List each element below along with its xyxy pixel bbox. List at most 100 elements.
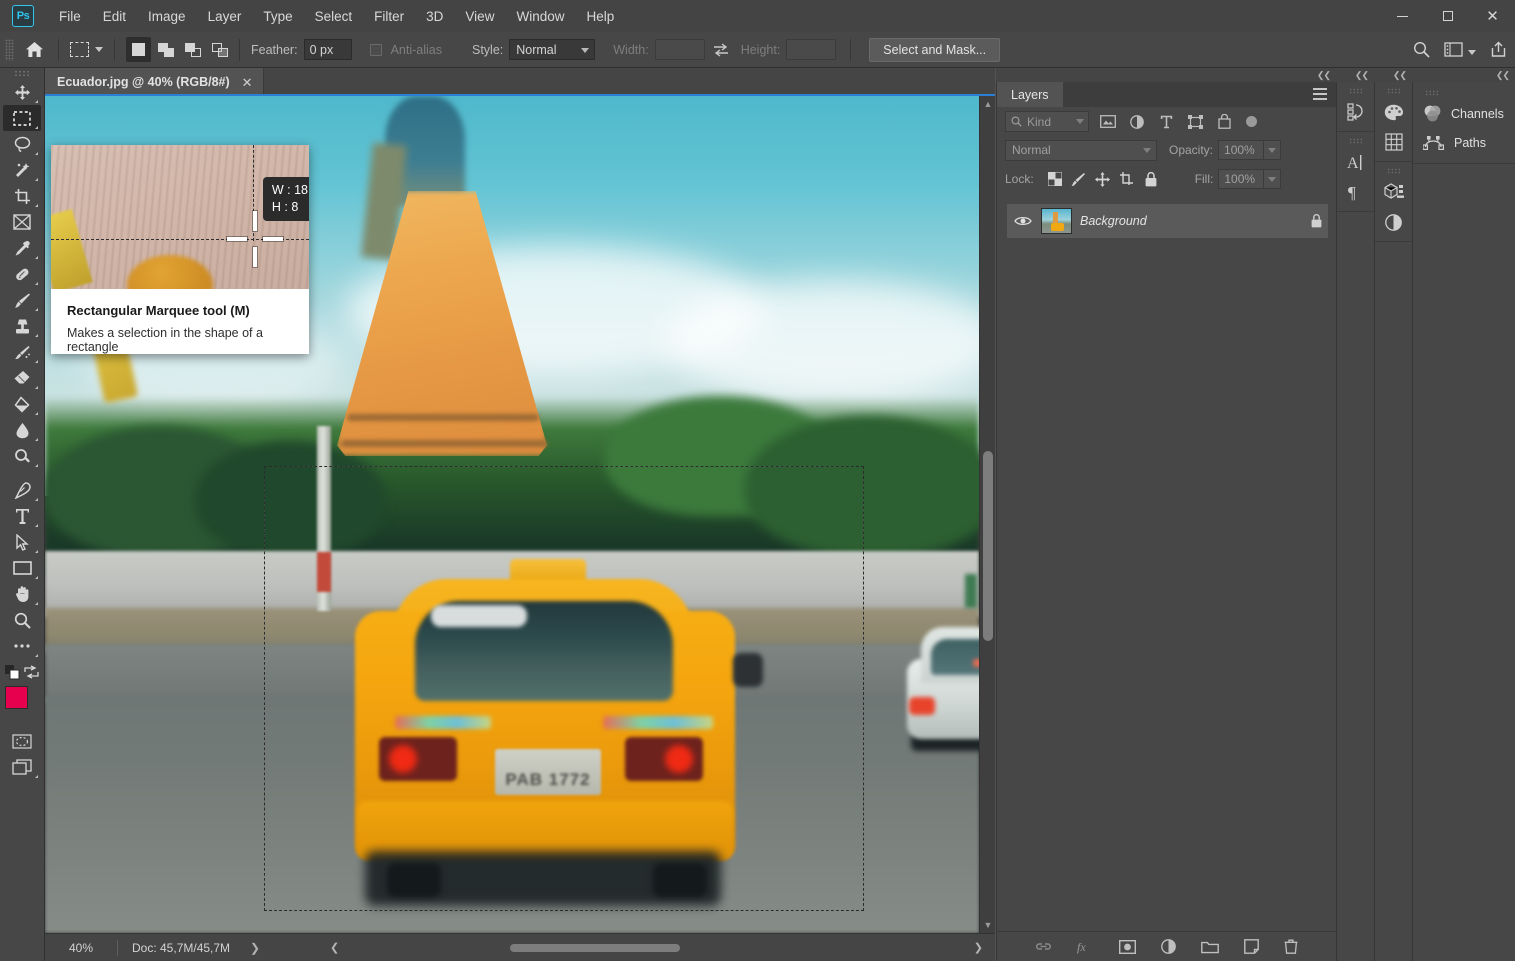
lock-artboard-button[interactable]	[1115, 168, 1139, 190]
close-icon[interactable]: ✕	[242, 76, 253, 89]
lock-transparent-pixels-button[interactable]	[1043, 168, 1067, 190]
color-panel-button[interactable]	[1378, 97, 1410, 127]
lock-position-button[interactable]	[1091, 168, 1115, 190]
menu-filter[interactable]: Filter	[363, 4, 415, 29]
opacity-value[interactable]: 100%	[1218, 140, 1264, 160]
status-expand-button[interactable]: ❯	[244, 941, 266, 955]
foreground-color-swatch[interactable]	[5, 686, 28, 709]
horizontal-scroll-left-arrow[interactable]: ❮	[330, 941, 339, 954]
maximize-button[interactable]	[1425, 0, 1470, 32]
new-selection-button[interactable]	[126, 37, 151, 62]
paths-panel-button[interactable]: Paths	[1413, 128, 1515, 157]
character-panel-button[interactable]: A	[1340, 147, 1372, 177]
menu-3d[interactable]: 3D	[415, 4, 454, 29]
canvas-vertical-scrollbar[interactable]: ▲ ▼	[979, 96, 995, 933]
quick-mask-button[interactable]	[3, 728, 41, 754]
rectangle-tool[interactable]	[3, 555, 41, 581]
filter-type-layers-button[interactable]	[1156, 115, 1176, 129]
default-colors-icon[interactable]	[5, 665, 20, 680]
layer-visibility-toggle[interactable]	[1013, 215, 1033, 227]
add-to-selection-button[interactable]	[153, 37, 178, 62]
screen-mode-button[interactable]	[3, 754, 41, 780]
zoom-level[interactable]: 40%	[45, 941, 117, 955]
filter-smart-objects-button[interactable]	[1214, 114, 1234, 129]
horizontal-scroll-thumb[interactable]	[510, 944, 680, 952]
edit-toolbar-button[interactable]	[3, 633, 41, 659]
path-selection-tool[interactable]	[3, 529, 41, 555]
history-panel-button[interactable]	[1340, 97, 1372, 127]
layer-style-button[interactable]: fx	[1077, 940, 1094, 954]
home-button[interactable]	[17, 33, 51, 67]
menu-image[interactable]: Image	[137, 4, 197, 29]
color-swatches[interactable]	[5, 686, 39, 720]
tool-preset-picker[interactable]	[66, 42, 107, 57]
tools-panel-grip[interactable]	[14, 70, 30, 77]
lasso-tool[interactable]	[3, 131, 41, 157]
filter-shape-layers-button[interactable]	[1185, 115, 1205, 129]
rectangular-marquee-tool[interactable]	[3, 105, 41, 131]
feather-input[interactable]	[304, 39, 352, 60]
rail-grip[interactable]	[1387, 88, 1401, 94]
width-input[interactable]	[655, 39, 705, 60]
intersect-with-selection-button[interactable]	[207, 37, 232, 62]
channels-panel-button[interactable]: Channels	[1413, 99, 1515, 128]
dodge-tool[interactable]	[3, 443, 41, 469]
menu-edit[interactable]: Edit	[92, 4, 137, 29]
new-adjustment-layer-button[interactable]	[1161, 939, 1176, 954]
swap-width-height-button[interactable]	[713, 43, 729, 57]
eraser-tool[interactable]	[3, 365, 41, 391]
rail-grip[interactable]	[1349, 138, 1363, 144]
menu-select[interactable]: Select	[304, 4, 364, 29]
panel-menu-icon[interactable]	[1313, 88, 1327, 100]
rail-grip[interactable]	[1425, 90, 1439, 96]
filter-toggle[interactable]	[1246, 116, 1257, 127]
vertical-scroll-thumb[interactable]	[983, 451, 993, 641]
document-tab[interactable]: Ecuador.jpg @ 40% (RGB/8#) ✕	[45, 68, 264, 96]
style-select[interactable]: Normal	[509, 39, 595, 60]
blur-tool[interactable]	[3, 417, 41, 443]
select-and-mask-button[interactable]: Select and Mask...	[869, 38, 1000, 62]
height-input[interactable]	[786, 39, 836, 60]
new-layer-button[interactable]	[1244, 939, 1259, 954]
rail-grip[interactable]	[1349, 88, 1363, 94]
search-button[interactable]	[1413, 41, 1430, 58]
swap-colors-icon[interactable]	[24, 665, 39, 679]
filter-pixel-layers-button[interactable]	[1098, 115, 1118, 128]
link-layers-button[interactable]	[1035, 941, 1052, 952]
gradient-tool[interactable]	[3, 391, 41, 417]
menu-window[interactable]: Window	[505, 4, 575, 29]
clone-stamp-tool[interactable]	[3, 313, 41, 339]
spot-healing-brush-tool[interactable]	[3, 261, 41, 287]
history-brush-tool[interactable]	[3, 339, 41, 365]
rail1-collapse[interactable]: ❮❮	[1336, 68, 1374, 82]
menu-view[interactable]: View	[454, 4, 505, 29]
eyedropper-tool[interactable]	[3, 235, 41, 261]
subtract-from-selection-button[interactable]	[180, 37, 205, 62]
adjustments-panel-button[interactable]	[1378, 207, 1410, 237]
move-tool[interactable]	[3, 79, 41, 105]
hand-tool[interactable]	[3, 581, 41, 607]
zoom-tool[interactable]	[3, 607, 41, 633]
layers-dock-collapse[interactable]: ❮❮	[996, 68, 1336, 82]
rail2-collapse[interactable]: ❮❮	[1374, 68, 1412, 82]
opacity-stepper[interactable]	[1264, 140, 1281, 160]
add-layer-mask-button[interactable]	[1119, 940, 1136, 954]
table-row[interactable]: Background	[1007, 204, 1328, 238]
rail-grip[interactable]	[1387, 168, 1401, 174]
lock-image-pixels-button[interactable]	[1067, 168, 1091, 190]
close-button[interactable]: ✕	[1470, 0, 1515, 32]
horizontal-scroll-right-arrow[interactable]: ❯	[974, 941, 983, 954]
frame-tool[interactable]	[3, 209, 41, 235]
blend-mode-select[interactable]: Normal	[1005, 140, 1157, 161]
menu-layer[interactable]: Layer	[197, 4, 253, 29]
brush-tool[interactable]	[3, 287, 41, 313]
lock-all-button[interactable]	[1139, 168, 1163, 190]
type-tool[interactable]	[3, 503, 41, 529]
menu-file[interactable]: File	[48, 4, 92, 29]
anti-alias-checkbox[interactable]: Anti-alias	[370, 43, 448, 57]
menu-help[interactable]: Help	[575, 4, 625, 29]
filter-adjustment-layers-button[interactable]	[1127, 115, 1147, 129]
layer-name[interactable]: Background	[1080, 214, 1303, 228]
fill-stepper[interactable]	[1264, 169, 1281, 189]
crop-tool[interactable]	[3, 183, 41, 209]
